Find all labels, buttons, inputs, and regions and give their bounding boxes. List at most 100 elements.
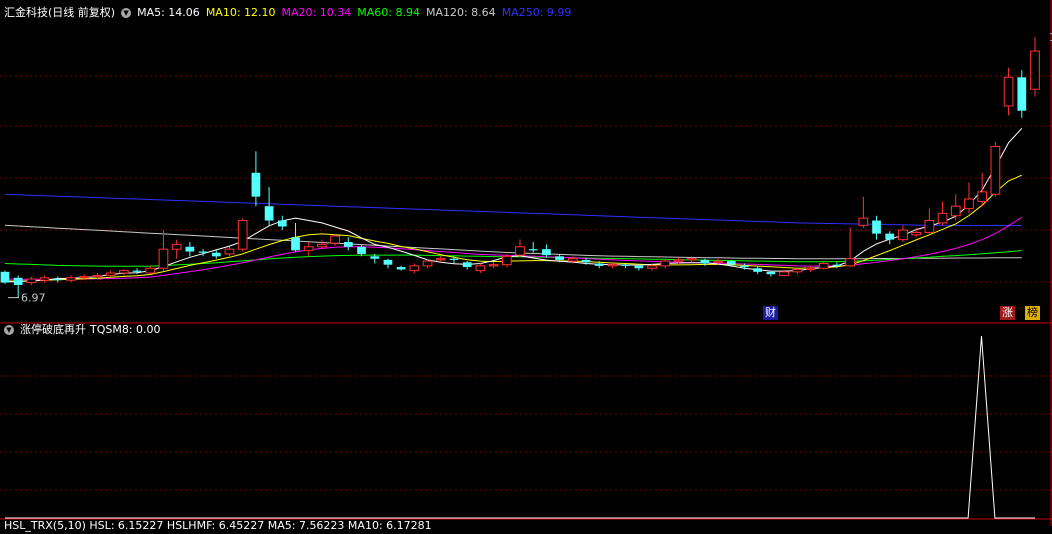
- candle-body: [937, 212, 948, 224]
- ma-line-ma10: [4, 174, 1022, 282]
- candle-body: [449, 258, 459, 260]
- candle-body: [422, 260, 433, 267]
- candle-body: [224, 248, 235, 255]
- candle-body: [634, 265, 644, 269]
- candle-body: [211, 252, 221, 257]
- limit-up-badge[interactable]: 涨: [1000, 306, 1015, 320]
- candle-body: [542, 249, 551, 256]
- ma250-label: MA250: 9.99: [501, 6, 572, 19]
- ranking-badge[interactable]: 榜: [1025, 306, 1040, 320]
- tqsm8-line: [5, 335, 1035, 519]
- candle-body: [132, 270, 142, 272]
- candle-body: [555, 256, 564, 260]
- candle-body: [885, 233, 895, 240]
- candle-body: [330, 235, 340, 244]
- indicator-value: TQSM8: 0.00: [90, 323, 161, 336]
- candle-body: [303, 246, 314, 251]
- candle-body: [832, 264, 842, 266]
- candle-body: [858, 217, 869, 226]
- candle-body: [39, 277, 50, 281]
- candle-body: [686, 258, 697, 261]
- candle-body: [766, 271, 776, 275]
- candle-body: [396, 267, 406, 270]
- price-panel-header: 汇金科技(日线 前复权) ▼ MA5: 14.06 MA10: 12.10 MA20: …: [4, 5, 577, 21]
- candle-body: [343, 242, 353, 247]
- indicator-title[interactable]: 涨停破底再升: [20, 323, 86, 336]
- candle-body: [567, 258, 578, 262]
- candle-body: [488, 264, 499, 267]
- candle-body: [779, 271, 789, 276]
- candle-body: [291, 237, 300, 251]
- ma5-label: MA5: 14.06: [137, 6, 200, 19]
- candle-body: [726, 261, 736, 265]
- candle-body: [977, 191, 988, 202]
- candle-body: [990, 146, 1001, 195]
- candle-body: [713, 260, 723, 263]
- candle-body: [660, 260, 671, 267]
- chart-canvas: 17.886.97: [0, 0, 1052, 526]
- candle-body: [475, 265, 486, 272]
- candle-body: [317, 243, 327, 248]
- candle-body: [621, 264, 630, 266]
- candle-body: [924, 220, 935, 233]
- candle-body: [198, 251, 208, 253]
- candle-body: [171, 243, 182, 250]
- candle-body: [251, 172, 261, 197]
- candle-body: [911, 231, 922, 236]
- candle-body: [528, 249, 538, 251]
- candle-body: [277, 220, 287, 227]
- candle-body: [607, 264, 618, 267]
- candle-body: [92, 274, 103, 278]
- candle-body: [370, 256, 380, 259]
- candle-body: [964, 198, 974, 210]
- candle-body: [79, 276, 90, 279]
- candle-body: [845, 258, 855, 267]
- candle-body: [805, 267, 816, 270]
- candle-body: [409, 265, 420, 272]
- candle-body: [118, 270, 129, 274]
- candle-body: [26, 278, 37, 284]
- candle-body: [1017, 77, 1027, 111]
- candle-body: [185, 246, 195, 252]
- candle-body: [462, 262, 472, 268]
- ma120-label: MA120: 8.64: [425, 6, 496, 19]
- chevron-down-icon[interactable]: ▼: [121, 8, 132, 18]
- ma-line-ma250: [4, 193, 1022, 226]
- candle-body: [13, 277, 23, 285]
- candle-body: [647, 265, 657, 269]
- candle-body: [581, 259, 591, 263]
- candle-body: [818, 262, 829, 269]
- finance-badge[interactable]: 财: [763, 306, 778, 320]
- candle-body: [594, 263, 604, 266]
- candle-body: [753, 268, 763, 272]
- candle-body: [1003, 76, 1014, 107]
- candle-body: [383, 259, 393, 265]
- candle-body: [357, 246, 366, 254]
- candle-body: [264, 206, 274, 221]
- candle-body: [105, 272, 116, 276]
- candle-body: [1030, 50, 1040, 90]
- candle-body: [515, 246, 525, 256]
- indicator-panel-header: ▼ 涨停破底再升 TQSM8: 0.00: [4, 322, 167, 338]
- candle-body: [0, 271, 10, 283]
- ma60-label: MA60: 8.94: [357, 6, 420, 19]
- candle-body: [792, 268, 803, 273]
- candle-body: [158, 248, 169, 269]
- chevron-down-icon[interactable]: ▼: [4, 325, 14, 335]
- candle-body: [145, 267, 156, 274]
- ma-line-ma120: [4, 224, 1022, 260]
- candle-body: [673, 259, 684, 262]
- candle-body: [53, 279, 63, 281]
- candle-body: [700, 259, 710, 264]
- candle-body: [740, 265, 749, 268]
- stock-title[interactable]: 汇金科技(日线 前复权): [4, 6, 115, 19]
- low-price-label: 6.97: [21, 292, 46, 305]
- candle-body: [435, 258, 446, 261]
- candle-body: [66, 277, 76, 281]
- ma20-label: MA20: 10.34: [281, 6, 352, 19]
- candle-body: [237, 220, 248, 250]
- candle-body: [501, 255, 512, 266]
- bottom-panel-header: HSL_TRX(5,10) HSL: 6.15227 HSLHMF: 6.452…: [4, 518, 438, 534]
- candle-body: [898, 229, 908, 241]
- candle-body: [872, 220, 881, 234]
